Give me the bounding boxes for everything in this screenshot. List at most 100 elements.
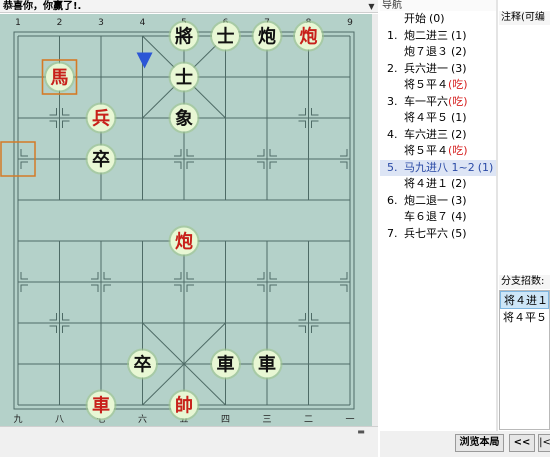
piece-label: 車 xyxy=(217,354,235,376)
move-count: (5) xyxy=(451,226,467,240)
capture-tag: (吃) xyxy=(448,144,468,157)
move-list-item[interactable]: 炮７退３ (2) xyxy=(380,44,498,60)
move-count: (3) xyxy=(451,61,467,75)
branch-item[interactable]: 将４平５ xyxy=(500,309,549,327)
bottom-coordinate-label: 八 xyxy=(55,415,64,425)
comment-textarea[interactable] xyxy=(499,25,550,270)
panel-divider[interactable] xyxy=(496,0,498,431)
branch-item[interactable]: 将４进１ xyxy=(500,291,549,309)
move-number: 4. xyxy=(387,127,398,141)
top-coordinate-label: 1 xyxy=(15,18,21,28)
move-list[interactable]: 开始 (0) 1. 炮二进三 (1) 炮７退３ (2) 2. 兵六进一 (3) 将５平４(吃) 3. 车… xyxy=(380,11,498,431)
branch-list[interactable]: 将４进１ 将４平５ xyxy=(499,290,550,430)
move-list-item[interactable]: 开始 (0) xyxy=(380,11,498,27)
move-text: 将４平５ (1) xyxy=(404,110,467,126)
move-list-item[interactable]: 6. 炮二退一 (3) xyxy=(380,193,498,209)
piece-label: 炮 xyxy=(258,26,276,48)
move-text: 车６退７ (4) xyxy=(404,209,467,225)
piece-black[interactable]: 炮 xyxy=(251,20,283,52)
move-list-item[interactable]: 5. 马九进八 1~2 (1) xyxy=(380,159,498,176)
board-status-bar xyxy=(0,426,378,457)
move-text: 炮二退一 (3) xyxy=(404,193,467,209)
move-text: 车六进三 (2) xyxy=(404,127,467,143)
move-notation: 炮二进三 xyxy=(404,28,448,42)
title-dropdown-icon[interactable]: ▼ xyxy=(365,0,378,13)
piece-red[interactable]: 兵 xyxy=(85,102,117,134)
move-number: 3. xyxy=(387,94,398,108)
move-notation: 将４进１ xyxy=(404,177,448,190)
move-list-item[interactable]: 3. 车一平六(吃) xyxy=(380,94,498,110)
move-notation: 车一平六 xyxy=(404,94,448,108)
piece-label: 象 xyxy=(175,108,193,130)
board-title: 恭喜你，你赢了!. xyxy=(0,0,378,13)
move-notation: 车六进三 xyxy=(404,127,448,141)
bottom-coordinate-label: 六 xyxy=(138,413,147,425)
piece-black[interactable]: 將 xyxy=(168,20,200,52)
move-text: 开始 (0) xyxy=(404,11,445,27)
piece-label: 馬 xyxy=(51,68,69,89)
move-list-item[interactable]: 将４平５ (1) xyxy=(380,110,498,126)
move-count: (1) xyxy=(451,111,467,124)
move-list-item[interactable]: 将５平４(吃) xyxy=(380,77,498,93)
piece-label: 卒 xyxy=(92,149,110,171)
piece-red[interactable]: 車 xyxy=(85,389,117,421)
piece-black[interactable]: 士 xyxy=(210,20,241,52)
piece-label: 卒 xyxy=(134,354,152,376)
move-list-item[interactable]: 7. 兵七平六 (5) xyxy=(380,226,498,242)
move-count: (2) xyxy=(451,45,467,58)
move-list-item[interactable]: 将４进１ (2) xyxy=(380,176,498,192)
move-count: (1) xyxy=(451,28,467,42)
move-notation: 开始 xyxy=(404,12,426,25)
piece-black[interactable]: 車 xyxy=(210,348,241,380)
move-number: 2. xyxy=(387,61,398,75)
move-text: 将５平４(吃) xyxy=(404,77,468,93)
move-notation: 兵六进一 xyxy=(404,61,448,75)
move-notation: 炮７退３ xyxy=(404,45,448,58)
move-text: 兵六进一 (3) xyxy=(404,61,467,77)
first-move-button[interactable]: |< xyxy=(538,434,550,452)
move-count: (1) xyxy=(477,160,494,174)
bottom-coordinate-label: 四 xyxy=(221,415,230,425)
piece-black[interactable]: 卒 xyxy=(127,348,158,380)
move-text: 车一平六(吃) xyxy=(404,94,468,110)
bottom-coordinate-label: 二 xyxy=(304,415,313,425)
move-list-item[interactable]: 将５平４(吃) xyxy=(380,143,498,159)
comment-header: 注释(可编 xyxy=(499,11,550,25)
move-number: 5. xyxy=(387,160,398,174)
previous-move-button[interactable]: << xyxy=(509,434,535,452)
browse-game-button[interactable]: 浏览本局 xyxy=(455,434,504,452)
move-count: (4) xyxy=(451,210,467,223)
move-list-item[interactable]: 1. 炮二进三 (1) xyxy=(380,28,498,44)
piece-red[interactable]: 帥 xyxy=(168,389,200,421)
move-list-item[interactable]: 4. 车六进三 (2) xyxy=(380,127,498,143)
move-notation: 将４平５ xyxy=(404,111,448,124)
move-notation: 车６退７ xyxy=(404,210,448,223)
piece-black[interactable]: 士 xyxy=(168,61,200,93)
move-notation: 马九进八 1~2 xyxy=(404,160,475,174)
piece-red[interactable]: 炮 xyxy=(293,20,324,52)
piece-label: 炮 xyxy=(175,231,193,253)
board-scrollbar[interactable] xyxy=(372,14,378,426)
move-count: (3) xyxy=(451,193,467,207)
piece-label: 炮 xyxy=(300,26,318,48)
piece-black[interactable]: 象 xyxy=(168,102,200,134)
move-number: 7. xyxy=(387,226,398,240)
navigation-header: 导航 xyxy=(380,0,498,11)
move-notation: 将５平４ xyxy=(404,144,448,157)
move-list-item[interactable]: 2. 兵六进一 (3) xyxy=(380,61,498,77)
move-notation: 兵七平六 xyxy=(404,226,448,240)
move-count: (2) xyxy=(451,127,467,141)
piece-label: 兵 xyxy=(92,109,110,130)
piece-label: 士 xyxy=(175,68,193,89)
bottom-coordinate-label: 三 xyxy=(262,415,271,425)
piece-black[interactable]: 車 xyxy=(251,348,283,380)
chess-board[interactable]: 123456789 九八七六五四三二一 將士炮炮馬士兵象卒炮卒車車車帥 xyxy=(0,14,372,426)
board-menu-icon[interactable]: ▬ xyxy=(352,427,370,437)
move-list-item[interactable]: 车６退７ (4) xyxy=(380,209,498,225)
move-text: 将５平４(吃) xyxy=(404,143,468,159)
piece-label: 車 xyxy=(92,395,110,417)
piece-red[interactable]: 炮 xyxy=(168,225,200,257)
top-coordinate-label: 4 xyxy=(140,18,146,28)
piece-black[interactable]: 卒 xyxy=(85,143,117,175)
top-coordinate-label: 3 xyxy=(98,18,104,28)
